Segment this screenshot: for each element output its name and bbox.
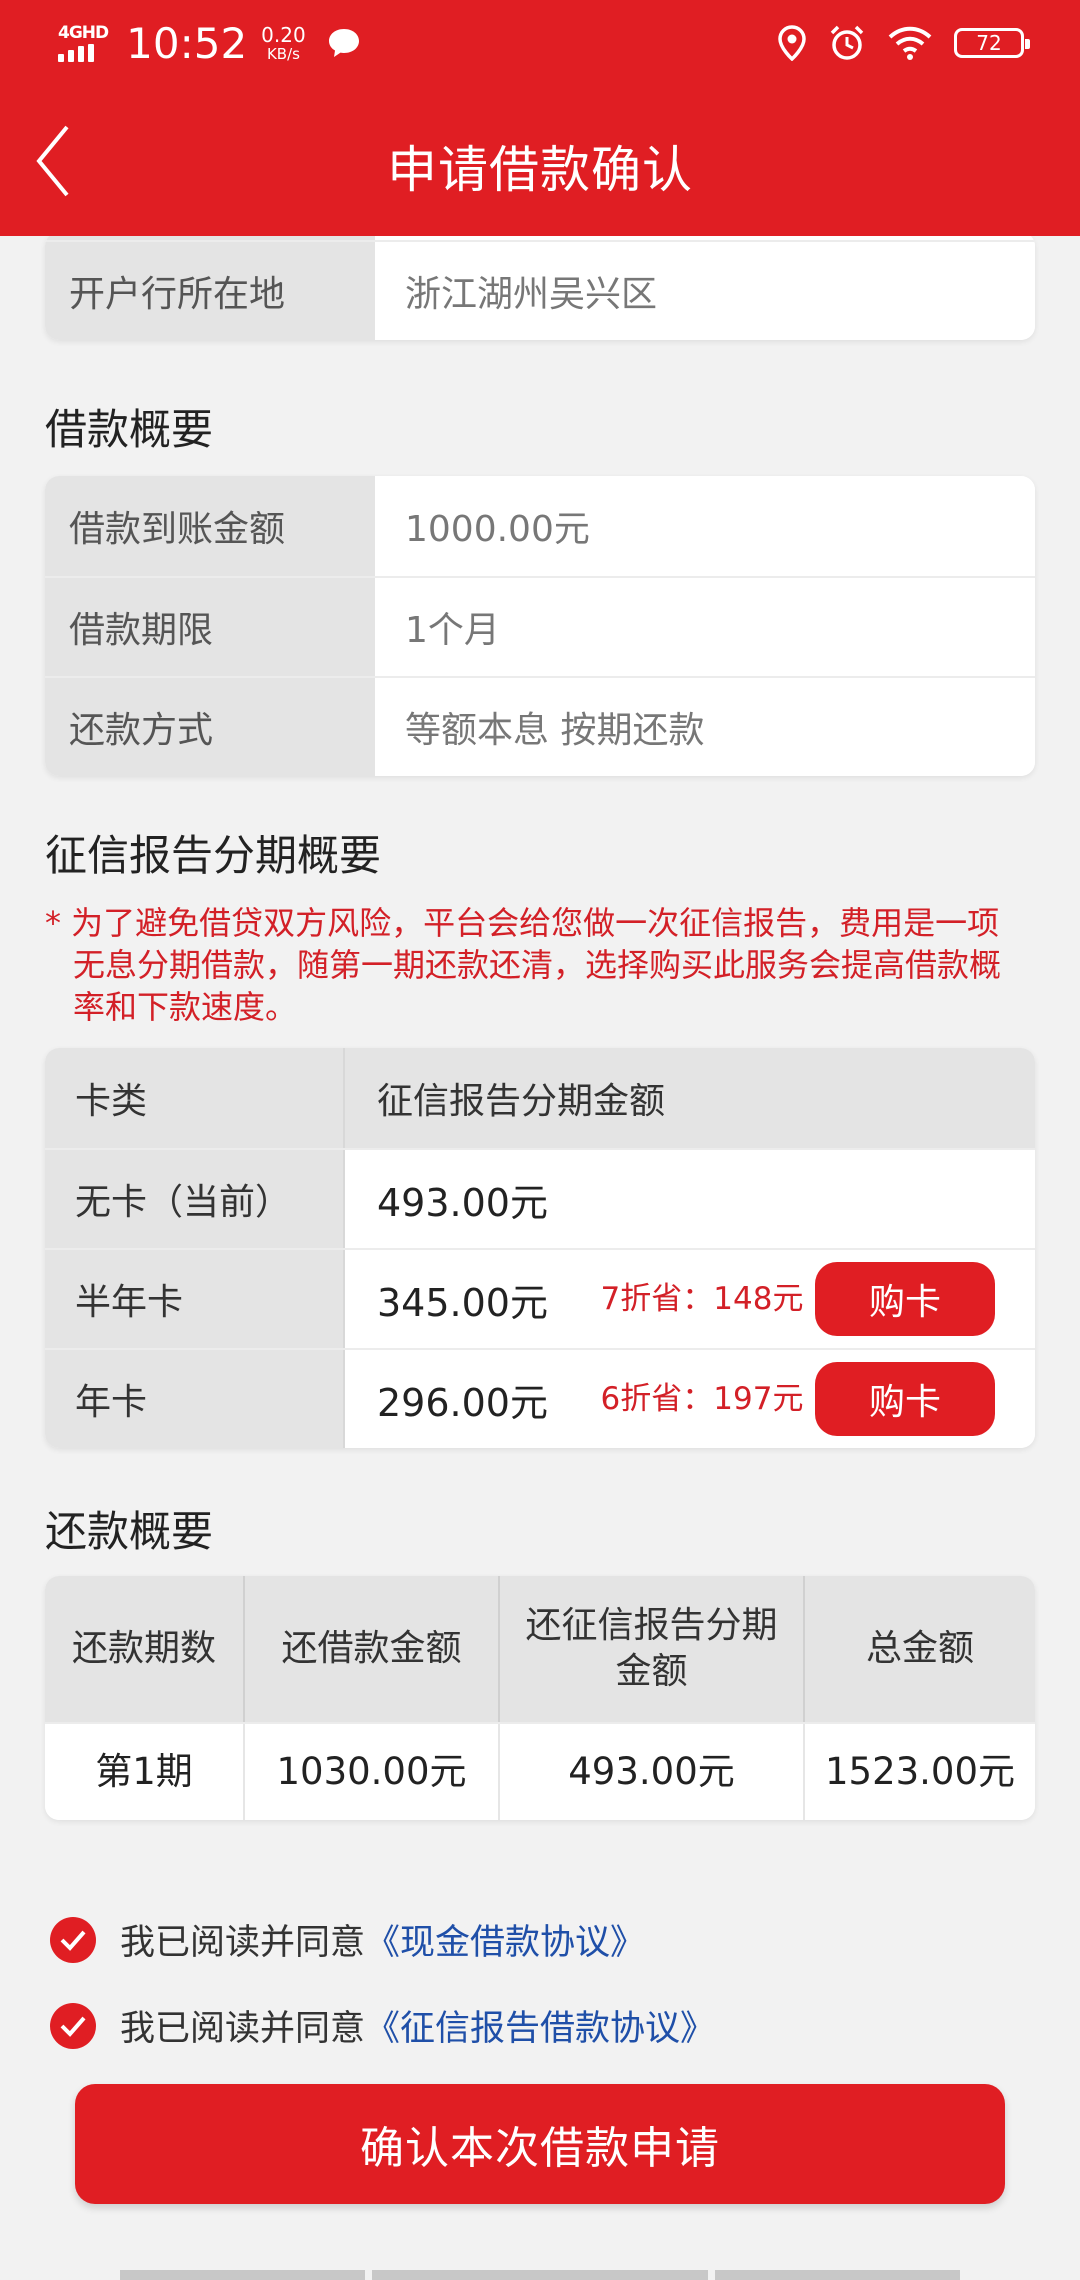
status-time: 10:52 (126, 18, 248, 68)
repay-method-value: 等额本息 按期还款 (375, 678, 1035, 776)
loan-term-row: 借款期限 1个月 (45, 576, 1035, 676)
repay-method-row: 还款方式 等额本息 按期还款 (45, 676, 1035, 776)
title-bar: 申请借款确认 (0, 86, 1080, 236)
bank-info-card: 开户行所在地 浙江湖州吴兴区 (45, 232, 1035, 340)
chat-bubble-icon (328, 29, 359, 57)
header-credit-repay: 还征信报告分期金额 (500, 1576, 805, 1722)
credit-report-agreement-link[interactable]: 《征信报告借款协议》 (365, 2000, 715, 2051)
checkbox-checked-icon[interactable] (50, 2002, 96, 2049)
credit-card-table: 卡类 征信报告分期金额 无卡（当前） 493.00元 半年卡 345.00元 7… (45, 1048, 1035, 1448)
header-card-type: 卡类 (45, 1048, 345, 1148)
network-type: 4GHD (58, 22, 109, 43)
credit-price: 296.00元 (377, 1380, 548, 1425)
location-icon (778, 25, 806, 61)
alarm-icon (830, 25, 864, 60)
loan-amount-row: 借款到账金额 1000.00元 (45, 476, 1035, 576)
table-row: 第1期 1030.00元 493.00元 1523.00元 (45, 1722, 1035, 1820)
bank-location-label: 开户行所在地 (45, 242, 375, 340)
status-right: 72 (778, 24, 1030, 62)
buy-year-card-button[interactable]: 购卡 (815, 1362, 995, 1436)
signal-bars (58, 43, 108, 62)
loan-term-label: 借款期限 (45, 578, 375, 676)
battery-icon: 72 (954, 28, 1030, 58)
agreement-cash-loan: 我已阅读并同意 《现金借款协议》 (50, 1914, 645, 1965)
credit-repay-cell: 493.00元 (500, 1724, 805, 1820)
repay-table: 还款期数 还借款金额 还征信报告分期金额 总金额 第1期 1030.00元 49… (45, 1576, 1035, 1820)
status-bar: 4GHD 10:52 0.20 KB/s 72 (0, 0, 1080, 86)
credit-table-header: 卡类 征信报告分期金额 (45, 1048, 1035, 1148)
credit-notice: * 为了避免借贷双方风险，平台会给您做一次征信报告，费用是一项无息分期借款，随第… (45, 904, 1002, 1026)
cash-loan-agreement-link[interactable]: 《现金借款协议》 (365, 1914, 645, 1965)
credit-summary-title: 征信报告分期概要 (45, 831, 382, 880)
loan-summary-card: 借款到账金额 1000.00元 借款期限 1个月 还款方式 等额本息 按期还款 (45, 476, 1035, 776)
network-speed: 0.20 KB/s (261, 25, 306, 62)
repay-summary-title: 还款概要 (45, 1507, 214, 1556)
agreement-text: 我已阅读并同意 (120, 2009, 366, 2049)
header-total: 总金额 (865, 1628, 974, 1669)
discount-label: 7折省：148元 (600, 1281, 804, 1317)
credit-row-half-year: 半年卡 345.00元 7折省：148元 购卡 (45, 1248, 1035, 1348)
buy-half-year-card-button[interactable]: 购卡 (815, 1262, 995, 1336)
bank-location-row: 开户行所在地 浙江湖州吴兴区 (45, 240, 1035, 340)
credit-price: 493.00元 (377, 1180, 548, 1225)
bottom-tab-strip (0, 2270, 1080, 2280)
credit-row-year: 年卡 296.00元 6折省：197元 购卡 (45, 1348, 1035, 1448)
credit-price: 345.00元 (377, 1280, 548, 1325)
period-cell: 第1期 (45, 1724, 245, 1820)
card-type: 半年卡 (45, 1250, 345, 1348)
bank-location-value: 浙江湖州吴兴区 (375, 242, 1035, 340)
repay-method-label: 还款方式 (45, 678, 375, 776)
page-title: 申请借款确认 (387, 141, 693, 199)
loan-repay-cell: 1030.00元 (245, 1724, 500, 1820)
loan-summary-title: 借款概要 (45, 405, 214, 454)
repay-table-header: 还款期数 还借款金额 还征信报告分期金额 总金额 (45, 1576, 1035, 1722)
speed-unit: KB/s (266, 44, 300, 63)
status-left: 4GHD 10:52 0.20 KB/s (58, 19, 362, 68)
header-period: 还款期数 (45, 1576, 245, 1722)
discount-label: 6折省：197元 (600, 1381, 804, 1417)
checkbox-checked-icon[interactable] (50, 1916, 96, 1963)
card-type: 年卡 (45, 1350, 345, 1448)
loan-amount-value: 1000.00元 (375, 476, 1035, 576)
total-cell: 1523.00元 (824, 1750, 1015, 1793)
speed-value: 0.20 (261, 22, 306, 47)
loan-amount-label: 借款到账金额 (45, 476, 375, 576)
loan-term-value: 1个月 (375, 578, 1035, 676)
credit-row-no-card: 无卡（当前） 493.00元 (45, 1148, 1035, 1248)
confirm-loan-button[interactable]: 确认本次借款申请 (75, 2084, 1005, 2204)
cellular-signal-icon: 4GHD (58, 22, 109, 62)
header-loan-repay: 还借款金额 (245, 1576, 500, 1722)
wifi-icon (888, 26, 932, 60)
battery-level: 72 (976, 31, 1002, 55)
agreement-credit-report: 我已阅读并同意 《征信报告借款协议》 (50, 2000, 715, 2051)
app-root: 4GHD 10:52 0.20 KB/s 72 申请借款确认 开户行所在地 浙江… (0, 0, 1080, 2280)
agreement-text: 我已阅读并同意 (120, 1923, 366, 1963)
card-type: 无卡（当前） (45, 1150, 345, 1248)
header-credit-amount: 征信报告分期金额 (345, 1048, 1035, 1148)
app-header: 4GHD 10:52 0.20 KB/s 72 申请借款确认 (0, 0, 1080, 236)
